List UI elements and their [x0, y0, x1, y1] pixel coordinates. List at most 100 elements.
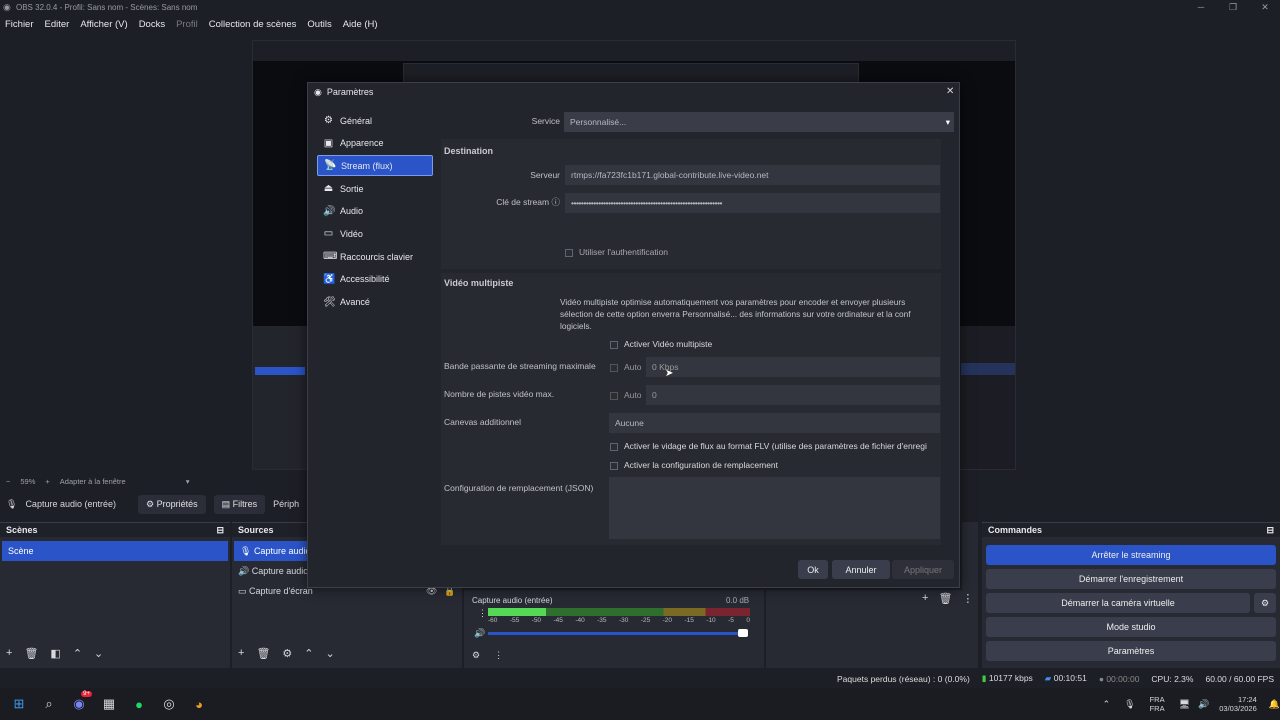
- move-down-icon[interactable]: ⌄: [94, 647, 103, 660]
- language[interactable]: FRA: [1150, 695, 1165, 704]
- settings-nav-item[interactable]: ♿ Accessibilité: [317, 269, 433, 290]
- start-recording-button[interactable]: Démarrer l'enregistrement: [986, 569, 1276, 589]
- settings-nav-item[interactable]: ⚙ Général: [317, 110, 433, 131]
- trash-icon[interactable]: 🗑: [938, 592, 952, 605]
- windows-start-icon[interactable]: ⊞: [8, 693, 30, 715]
- gear-icon[interactable]: ⚙: [282, 647, 292, 660]
- trash-icon[interactable]: 🗑: [24, 647, 38, 660]
- volume-slider-handle[interactable]: [738, 629, 748, 637]
- stop-streaming-button[interactable]: Arrêter le streaming: [986, 545, 1276, 565]
- start-virtual-camera-button[interactable]: Démarrer la caméra virtuelle: [986, 593, 1250, 613]
- settings-nav-item[interactable]: ▣ Apparence: [317, 133, 433, 154]
- taskbar: ⊞ ⌕ ◉ 9+ ▦ ● ◎ ◕ ⌃ 🎙 FRA FRA 🖥 🔊 17:24 03/0…: [0, 688, 1280, 720]
- minimize-icon[interactable]: ─: [1186, 0, 1216, 15]
- scene-item[interactable]: Scène: [2, 541, 228, 561]
- filter-icon[interactable]: ◧: [50, 647, 60, 660]
- cancel-button[interactable]: Annuler: [832, 560, 890, 579]
- filters-button[interactable]: ▤ Filtres: [213, 494, 266, 514]
- menu-item[interactable]: Docks: [139, 19, 165, 30]
- record-icon: ●: [1098, 673, 1104, 684]
- menu-item[interactable]: Fichier: [5, 19, 34, 30]
- settings-nav-item[interactable]: ⌨ Raccourcis clavier: [317, 246, 433, 267]
- menu-icon[interactable]: ⋮: [962, 592, 973, 605]
- app-icon[interactable]: ▦: [98, 693, 120, 715]
- trash-icon[interactable]: 🗑: [256, 647, 270, 660]
- menu-item[interactable]: Aide (H): [343, 19, 378, 30]
- destination-title: Destination: [444, 146, 494, 156]
- keyboard-icon: ⌨: [323, 251, 338, 263]
- mixer-menu-icon[interactable]: ⋮: [494, 650, 503, 661]
- menu-item[interactable]: Profil: [176, 19, 198, 30]
- add-icon[interactable]: +: [6, 647, 12, 660]
- close-icon[interactable]: ✕: [1250, 0, 1280, 15]
- settings-nav-item[interactable]: 📡 Stream (flux): [317, 155, 433, 177]
- clock-time[interactable]: 17:24: [1238, 695, 1257, 704]
- dialog-close-icon[interactable]: ✕: [946, 86, 954, 97]
- bandwidth-auto-checkbox[interactable]: Auto: [610, 362, 642, 372]
- canvas-dropdown[interactable]: Aucune: [609, 413, 940, 433]
- settings-nav: ⚙ Général ▣ Apparence 📡 Stream (flux) ⏏ Sortie 🔊…: [317, 110, 433, 314]
- dock-menu-icon[interactable]: ⊟: [216, 525, 224, 536]
- auth-checkbox[interactable]: Utiliser l'authentification: [565, 247, 668, 257]
- mixer-settings-icon[interactable]: ⚙: [472, 650, 480, 661]
- studio-mode-button[interactable]: Mode studio: [986, 617, 1276, 637]
- notification-icon[interactable]: 🔔: [1269, 699, 1280, 710]
- move-up-icon[interactable]: ⌃: [73, 647, 82, 660]
- settings-nav-item[interactable]: 🛠 Avancé: [317, 292, 433, 313]
- fit-window-dropdown[interactable]: Adapter à la fenêtre: [60, 477, 126, 486]
- settings-nav-item[interactable]: 🔊 Audio: [317, 201, 433, 222]
- chevron-down-icon[interactable]: ▾: [186, 477, 190, 486]
- move-down-icon[interactable]: ⌄: [326, 647, 335, 660]
- mixer-more-icon[interactable]: ⋮: [478, 608, 487, 619]
- volume-meter: [488, 608, 750, 616]
- chrome-icon[interactable]: ◕: [188, 693, 210, 715]
- menu-item[interactable]: Outils: [307, 19, 331, 30]
- properties-button[interactable]: ⚙ Propriétés: [138, 494, 206, 514]
- add-icon[interactable]: +: [922, 592, 928, 605]
- tray-chevron-icon[interactable]: ⌃: [1103, 699, 1111, 710]
- json-textarea[interactable]: [609, 477, 940, 539]
- bandwidth-input[interactable]: 0 Kbps: [646, 357, 940, 377]
- help-icon: ⓘ: [551, 197, 560, 207]
- speaker-icon[interactable]: 🔊: [474, 628, 485, 639]
- max-tracks-input[interactable]: 0: [646, 385, 940, 405]
- tracks-auto-checkbox[interactable]: Auto: [610, 390, 642, 400]
- add-icon[interactable]: +: [238, 647, 244, 660]
- apply-button[interactable]: Appliquer: [892, 560, 954, 579]
- stream-key-input[interactable]: ••••••••••••••••••••••••••••••••••••••••…: [565, 193, 940, 213]
- multitrack-enable-checkbox[interactable]: Activer Vidéo multipiste: [610, 339, 712, 349]
- tray-microphone-icon[interactable]: 🎙: [1124, 699, 1135, 710]
- zoom-out-icon[interactable]: −: [6, 477, 10, 486]
- settings-nav-item[interactable]: ▭ Vidéo: [317, 223, 433, 244]
- settings-button[interactable]: Paramètres: [986, 641, 1276, 661]
- maximize-icon[interactable]: ❐: [1218, 0, 1248, 15]
- language[interactable]: FRA: [1150, 704, 1165, 713]
- settings-nav-item[interactable]: ⏏ Sortie: [317, 178, 433, 199]
- virtual-camera-settings-icon[interactable]: ⚙: [1254, 593, 1276, 613]
- volume-slider[interactable]: [488, 632, 746, 635]
- devices-button[interactable]: Périph: [273, 499, 299, 509]
- discord-icon[interactable]: ◉ 9+: [68, 691, 92, 715]
- volume-icon[interactable]: 🔊: [1198, 699, 1209, 710]
- signal-icon: ▮: [981, 673, 987, 683]
- replace-config-checkbox[interactable]: Activer la configuration de remplacement: [610, 460, 778, 470]
- menu-item[interactable]: Collection de scènes: [209, 19, 297, 30]
- server-input[interactable]: rtmps://fa723fc1b171.global-contribute.l…: [565, 165, 940, 185]
- menu-item[interactable]: Afficher (V): [80, 19, 127, 30]
- bitrate: ▮ 10177 kbps: [981, 673, 1033, 683]
- zoom-in-icon[interactable]: +: [45, 477, 49, 486]
- search-icon[interactable]: ⌕: [38, 693, 60, 715]
- ok-button[interactable]: Ok: [798, 560, 828, 579]
- dock-menu-icon[interactable]: ⊟: [1266, 525, 1274, 536]
- obs-icon[interactable]: ◎: [158, 693, 180, 715]
- scenes-dock: Scènes ⊟ Scène + 🗑 ◧ ⌃ ⌄: [0, 522, 230, 668]
- move-up-icon[interactable]: ⌃: [304, 647, 313, 660]
- menu-item[interactable]: Editer: [45, 19, 70, 30]
- clock-date[interactable]: 03/03/2026: [1219, 704, 1257, 713]
- stream-icon: ▰: [1044, 673, 1052, 683]
- network-icon[interactable]: 🖥: [1179, 699, 1190, 710]
- spotify-icon[interactable]: ●: [128, 693, 150, 715]
- service-dropdown[interactable]: Personnalisé... ▾: [564, 112, 954, 132]
- flv-checkbox[interactable]: Activer le vidage de flux au format FLV …: [610, 441, 940, 451]
- scrollbar[interactable]: [942, 139, 948, 545]
